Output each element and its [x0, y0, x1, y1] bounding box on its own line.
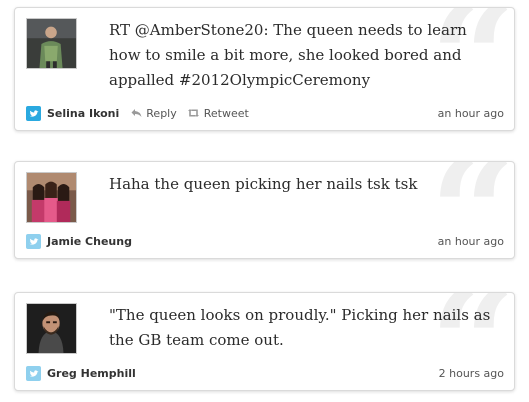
retweet-icon [187, 108, 200, 118]
author-name[interactable]: Greg Hemphill [47, 367, 136, 380]
avatar[interactable] [26, 172, 77, 223]
author-name[interactable]: Selina Ikoni [47, 107, 119, 120]
reply-arrow-icon [131, 108, 142, 118]
avatar[interactable] [26, 303, 77, 354]
tweet-timestamp[interactable]: an hour ago [438, 235, 504, 248]
tweet-footer: Selina Ikoni Reply Retweet an hour ago [26, 105, 504, 121]
avatar-photo [27, 304, 76, 353]
retweet-label: Retweet [203, 106, 249, 120]
tweet-card: “ "The queen looks on proudly." Picking … [14, 292, 515, 391]
tweet-text: "The queen looks on proudly." Picking he… [109, 306, 491, 349]
tweet-footer: Greg Hemphill 2 hours ago [26, 365, 504, 381]
retweet-button[interactable]: Retweet [187, 107, 249, 120]
twitter-bird-icon [26, 233, 41, 249]
tweet-text: RT @AmberStone20: The queen needs to lea… [109, 21, 467, 89]
tweet-footer: Jamie Cheung an hour ago [26, 233, 504, 249]
tweet-timestamp[interactable]: 2 hours ago [439, 367, 504, 380]
author-name[interactable]: Jamie Cheung [47, 235, 132, 248]
twitter-bird-icon [26, 365, 41, 381]
avatar-photo [27, 19, 76, 68]
tweet-text: Haha the queen picking her nails tsk tsk [109, 175, 418, 193]
reply-button[interactable]: Reply [131, 106, 177, 120]
twitter-bird-icon [26, 105, 41, 121]
avatar-photo [27, 173, 76, 222]
tweet-card: “ RT @AmberStone20: The queen needs to l… [14, 7, 515, 131]
tweet-timestamp[interactable]: an hour ago [438, 107, 504, 120]
tweet-card: “ Haha the queen picking her nails tsk t… [14, 161, 515, 259]
avatar[interactable] [26, 18, 77, 69]
reply-label: Reply [146, 106, 177, 120]
